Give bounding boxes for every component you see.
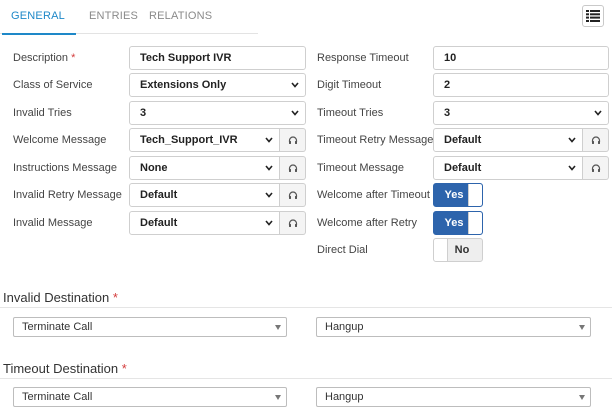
invalid-destination-type-select[interactable]: Terminate Call <box>13 317 287 337</box>
timeout-retry-message-label: Timeout Retry Message <box>317 134 434 146</box>
chevron-down-icon <box>291 110 299 116</box>
timeout-retry-message-listen-button[interactable] <box>583 128 609 152</box>
list-view-button[interactable] <box>582 5 604 27</box>
welcome-after-timeout-toggle[interactable]: Yes <box>433 183 483 207</box>
chevron-down-icon <box>568 137 576 143</box>
digit-timeout-label: Digit Timeout <box>317 79 382 91</box>
welcome-after-retry-toggle[interactable]: Yes <box>433 211 483 235</box>
section-divider <box>0 307 612 308</box>
tab-relations[interactable]: RELATIONS <box>149 10 212 22</box>
tab-entries[interactable]: ENTRIES <box>89 10 138 22</box>
welcome-after-timeout-label: Welcome after Timeout <box>317 189 430 201</box>
tab-general[interactable]: GENERAL <box>11 10 65 22</box>
timeout-retry-message-select[interactable]: Default <box>433 128 583 152</box>
invalid-destination-title: Invalid Destination * <box>3 290 118 305</box>
invalid-message-label: Invalid Message <box>13 217 93 229</box>
chevron-down-icon <box>291 82 299 88</box>
tab-bar: GENERAL ENTRIES RELATIONS <box>0 0 258 35</box>
timeout-destination-type-select[interactable]: Terminate Call <box>13 387 287 407</box>
timeout-tries-label: Timeout Tries <box>317 107 384 119</box>
list-icon <box>586 10 600 22</box>
welcome-message-select[interactable]: Tech_Support_IVR <box>129 128 280 152</box>
headphones-icon <box>591 136 600 144</box>
caret-down-icon <box>579 395 585 400</box>
chevron-down-icon <box>594 110 602 116</box>
chevron-down-icon <box>265 192 273 198</box>
caret-down-icon <box>579 325 585 330</box>
invalid-destination-target-select[interactable]: Hangup <box>316 317 591 337</box>
welcome-message-listen-button[interactable] <box>280 128 306 152</box>
welcome-message-label: Welcome Message <box>13 134 107 146</box>
response-timeout-input[interactable]: 10 <box>433 46 609 70</box>
chevron-down-icon <box>568 165 576 171</box>
invalid-retry-message-listen-button[interactable] <box>280 183 306 207</box>
description-label: Description * <box>13 52 76 64</box>
instructions-message-select[interactable]: None <box>129 156 280 180</box>
direct-dial-label: Direct Dial <box>317 244 368 256</box>
toggle-state-text: No <box>454 244 470 256</box>
headphones-icon <box>288 136 297 144</box>
response-timeout-label: Response Timeout <box>317 52 409 64</box>
section-divider <box>0 378 612 379</box>
timeout-destination-target-select[interactable]: Hangup <box>316 387 591 407</box>
headphones-icon <box>288 164 297 172</box>
digit-timeout-input[interactable]: 2 <box>433 73 609 97</box>
instructions-message-label: Instructions Message <box>13 162 117 174</box>
direct-dial-toggle[interactable]: No <box>433 238 483 262</box>
invalid-tries-select[interactable]: 3 <box>129 101 306 125</box>
caret-down-icon <box>275 395 281 400</box>
class-of-service-select[interactable]: Extensions Only <box>129 73 306 97</box>
invalid-message-listen-button[interactable] <box>280 211 306 235</box>
active-tab-indicator <box>2 33 76 35</box>
instructions-message-listen-button[interactable] <box>280 156 306 180</box>
chevron-down-icon <box>265 165 273 171</box>
caret-down-icon <box>275 325 281 330</box>
timeout-destination-title: Timeout Destination * <box>3 361 127 376</box>
timeout-tries-select[interactable]: 3 <box>433 101 609 125</box>
toggle-knob <box>468 184 482 206</box>
toggle-state-text: Yes <box>444 217 464 229</box>
invalid-tries-label: Invalid Tries <box>13 107 72 119</box>
welcome-after-retry-label: Welcome after Retry <box>317 217 418 229</box>
headphones-icon <box>591 164 600 172</box>
invalid-message-select[interactable]: Default <box>129 211 280 235</box>
toggle-knob <box>434 239 448 261</box>
chevron-down-icon <box>265 137 273 143</box>
class-of-service-label: Class of Service <box>13 79 93 91</box>
description-input[interactable]: Tech Support IVR <box>129 46 306 70</box>
headphones-icon <box>288 191 297 199</box>
invalid-retry-message-label: Invalid Retry Message <box>13 189 122 201</box>
chevron-down-icon <box>265 220 273 226</box>
timeout-message-label: Timeout Message <box>317 162 405 174</box>
toggle-knob <box>468 212 482 234</box>
toggle-state-text: Yes <box>444 189 464 201</box>
headphones-icon <box>288 219 297 227</box>
invalid-retry-message-select[interactable]: Default <box>129 183 280 207</box>
timeout-message-listen-button[interactable] <box>583 156 609 180</box>
timeout-message-select[interactable]: Default <box>433 156 583 180</box>
